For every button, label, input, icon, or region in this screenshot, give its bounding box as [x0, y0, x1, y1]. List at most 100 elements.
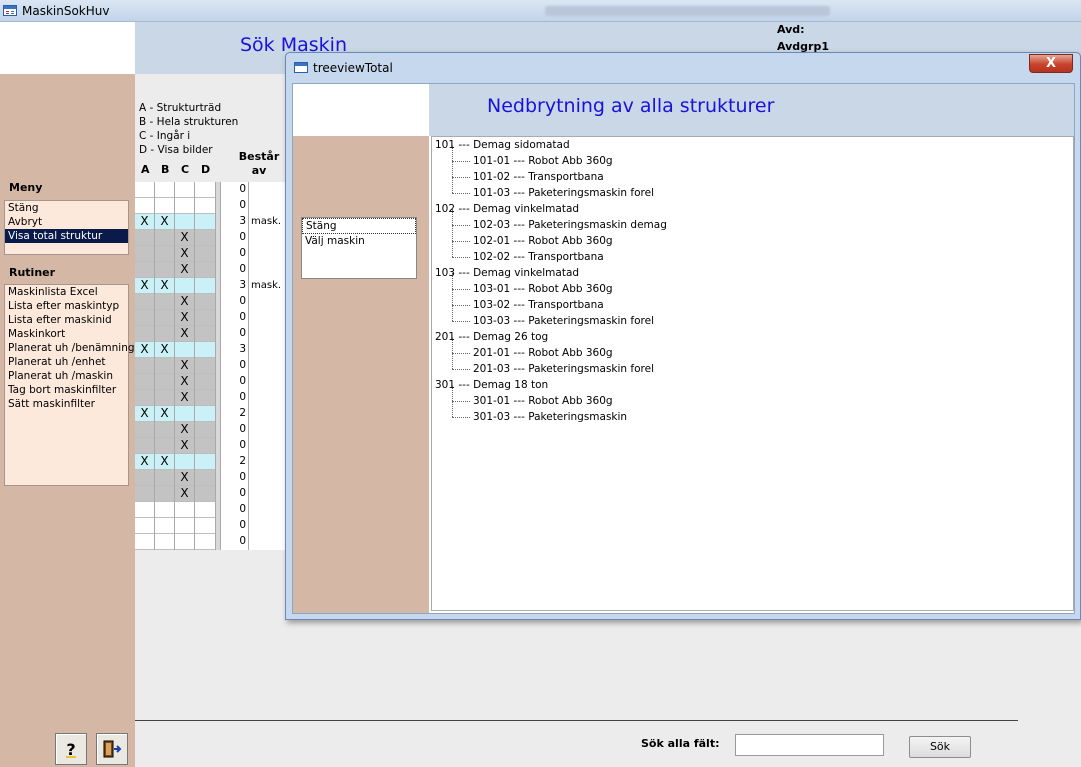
tree-child-node[interactable]: 103-01 --- Robot Abb 360g [432, 273, 1073, 297]
grid-cell-b[interactable] [155, 470, 175, 486]
grid-cell-count[interactable]: 3 [221, 342, 249, 358]
grid-cell-a[interactable] [135, 438, 155, 454]
grid-cell-a[interactable] [135, 198, 155, 214]
grid-row[interactable]: X0 [135, 374, 285, 390]
grid-cell-d[interactable] [195, 278, 216, 294]
grid-cell-text[interactable] [249, 390, 285, 406]
grid-cell-c[interactable]: X [175, 470, 195, 486]
grid-cell-c[interactable] [175, 342, 195, 358]
grid-cell-d[interactable] [195, 534, 216, 550]
grid-cell-text[interactable] [249, 406, 285, 422]
grid-cell-c[interactable]: X [175, 326, 195, 342]
grid-cell-c[interactable] [175, 198, 195, 214]
grid-cell-count[interactable]: 0 [221, 246, 249, 262]
rutin-item[interactable]: Maskinkort [5, 327, 128, 341]
tree-child-node[interactable]: 102-03 --- Paketeringsmaskin demag [432, 209, 1073, 233]
rutin-item[interactable]: Planerat uh /enhet [5, 355, 128, 369]
grid-cell-text[interactable] [249, 374, 285, 390]
grid-cell-c[interactable]: X [175, 358, 195, 374]
grid-row[interactable]: X0 [135, 246, 285, 262]
grid-cell-d[interactable] [195, 214, 216, 230]
grid-cell-count[interactable]: 0 [221, 422, 249, 438]
grid-cell-a[interactable] [135, 230, 155, 246]
grid-cell-b[interactable]: X [155, 454, 175, 470]
grid-cell-a[interactable] [135, 182, 155, 198]
grid-cell-text[interactable] [249, 454, 285, 470]
grid-cell-text[interactable] [249, 262, 285, 278]
grid-cell-b[interactable] [155, 518, 175, 534]
grid-cell-text[interactable] [249, 342, 285, 358]
grid-cell-d[interactable] [195, 310, 216, 326]
grid-cell-count[interactable]: 0 [221, 502, 249, 518]
grid-cell-text[interactable] [249, 502, 285, 518]
grid-cell-a[interactable] [135, 326, 155, 342]
grid-cell-c[interactable] [175, 534, 195, 550]
grid-row[interactable]: X0 [135, 358, 285, 374]
grid-cell-count[interactable]: 0 [221, 518, 249, 534]
grid-cell-count[interactable]: 2 [221, 454, 249, 470]
tree-child-node[interactable]: 201-01 --- Robot Abb 360g [432, 337, 1073, 361]
search-input[interactable] [735, 734, 884, 756]
grid-cell-c[interactable] [175, 214, 195, 230]
grid-cell-b[interactable] [155, 422, 175, 438]
grid-cell-d[interactable] [195, 326, 216, 342]
grid-row[interactable]: 0 [135, 534, 285, 550]
menu-item-stang[interactable]: Stäng [5, 201, 128, 215]
tree-node[interactable]: 201 --- Demag 26 tog [432, 329, 1073, 345]
grid-row[interactable]: X0 [135, 326, 285, 342]
grid-cell-d[interactable] [195, 182, 216, 198]
grid-cell-c[interactable] [175, 454, 195, 470]
grid-cell-a[interactable] [135, 262, 155, 278]
grid-cell-b[interactable] [155, 502, 175, 518]
grid-cell-text[interactable] [249, 358, 285, 374]
grid-cell-text[interactable] [249, 470, 285, 486]
grid-cell-d[interactable] [195, 342, 216, 358]
grid-cell-text[interactable]: mask. [249, 214, 285, 230]
machine-grid[interactable]: 0 0 X X 3 mask. X 0 X 0 X 0 X X 3 mask. X 0 X 0 X 0 X X 3 X 0 X 0 X 0 X… [135, 182, 285, 550]
grid-cell-b[interactable]: X [155, 406, 175, 422]
tree-node[interactable]: 103 --- Demag vinkelmatad [432, 265, 1073, 281]
grid-cell-b[interactable] [155, 310, 175, 326]
grid-cell-c[interactable]: X [175, 422, 195, 438]
grid-row[interactable]: 0 [135, 502, 285, 518]
grid-cell-text[interactable] [249, 326, 285, 342]
tree-child-node[interactable]: 201-03 --- Paketeringsmaskin forel [432, 353, 1073, 377]
grid-cell-a[interactable] [135, 294, 155, 310]
grid-cell-a[interactable] [135, 358, 155, 374]
grid-cell-count[interactable]: 0 [221, 262, 249, 278]
close-button[interactable]: X [1029, 54, 1073, 73]
grid-row[interactable]: X0 [135, 390, 285, 406]
grid-cell-c[interactable]: X [175, 310, 195, 326]
grid-cell-d[interactable] [195, 486, 216, 502]
grid-cell-a[interactable]: X [135, 278, 155, 294]
grid-cell-count[interactable]: 0 [221, 294, 249, 310]
grid-cell-b[interactable] [155, 390, 175, 406]
grid-cell-c[interactable] [175, 518, 195, 534]
grid-cell-count[interactable]: 0 [221, 486, 249, 502]
rutiner-list[interactable]: Maskinlista Excel Lista efter maskintyp … [4, 284, 135, 486]
popup-menu-item-stang[interactable]: Stäng [302, 218, 416, 234]
rutin-item[interactable]: Tag bort maskinfilter [5, 383, 128, 397]
grid-cell-text[interactable] [249, 294, 285, 310]
tree-child-node[interactable]: 101-03 --- Paketeringsmaskin forel [432, 177, 1073, 201]
grid-cell-b[interactable] [155, 486, 175, 502]
grid-cell-a[interactable] [135, 502, 155, 518]
grid-row[interactable]: XX 2 [135, 406, 285, 422]
grid-cell-d[interactable] [195, 358, 216, 374]
grid-cell-text[interactable]: mask. [249, 278, 285, 294]
grid-cell-text[interactable] [249, 534, 285, 550]
rutin-item[interactable]: Planerat uh /benämning [5, 341, 135, 355]
popup-menu-item-valj-maskin[interactable]: Välj maskin [302, 234, 416, 248]
grid-cell-b[interactable] [155, 182, 175, 198]
grid-row[interactable]: X X 3 mask. [135, 278, 285, 294]
exit-button[interactable] [96, 733, 128, 765]
rutin-item[interactable]: Lista efter maskintyp [5, 299, 128, 313]
tree-child-node[interactable]: 103-03 --- Paketeringsmaskin forel [432, 305, 1073, 329]
grid-cell-d[interactable] [195, 390, 216, 406]
grid-cell-b[interactable] [155, 374, 175, 390]
grid-cell-b[interactable] [155, 246, 175, 262]
grid-cell-count[interactable]: 0 [221, 310, 249, 326]
grid-row[interactable]: X0 [135, 486, 285, 502]
grid-cell-c[interactable] [175, 406, 195, 422]
grid-cell-count[interactable]: 3 [221, 214, 249, 230]
